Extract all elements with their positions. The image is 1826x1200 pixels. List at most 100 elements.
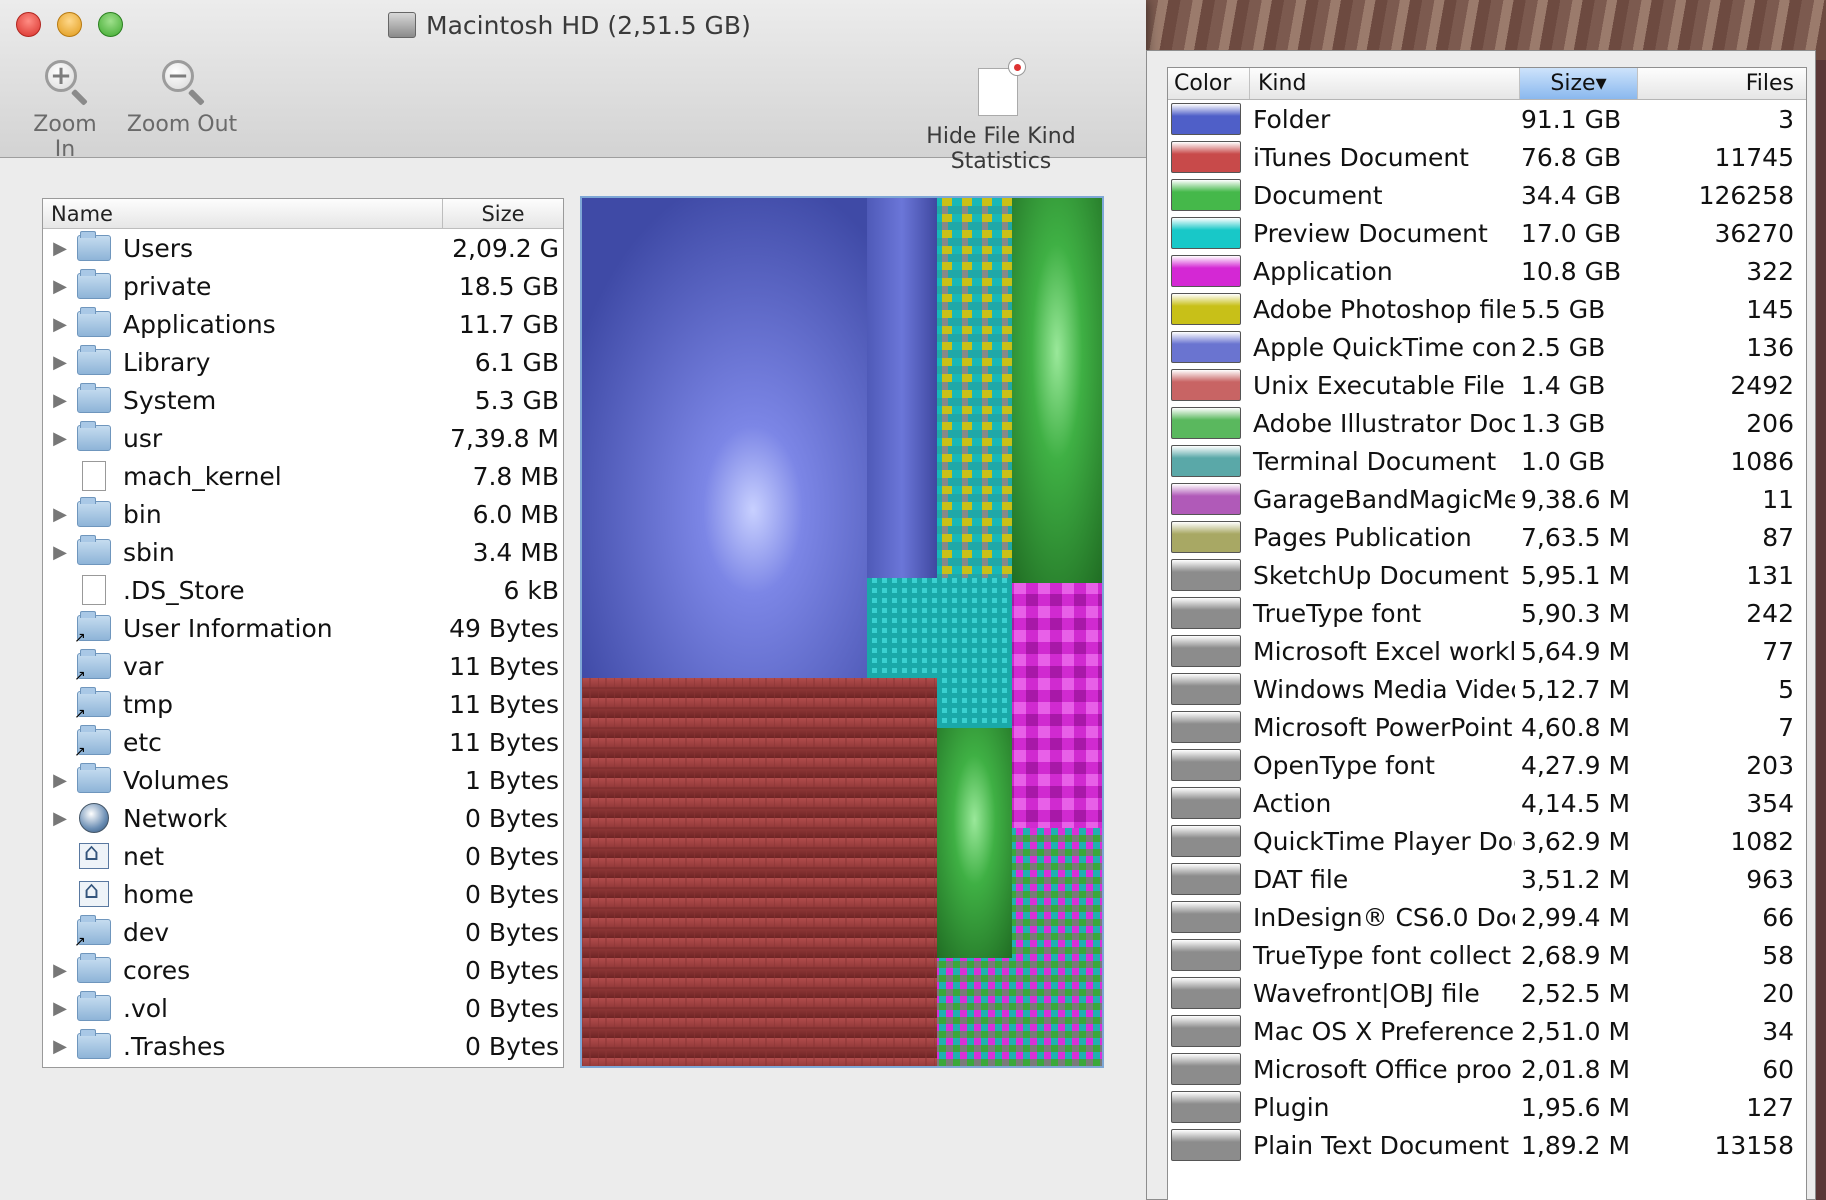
file-tree-row[interactable]: .DS_Store 6 kB bbox=[43, 571, 563, 609]
file-tree-row[interactable]: User Information 49 Bytes bbox=[43, 609, 563, 647]
size-column-header[interactable]: Size bbox=[443, 199, 563, 228]
zoom-in-button[interactable]: + Zoom In bbox=[20, 58, 110, 162]
file-kind-row[interactable]: Unix Executable File 1.4 GB 2492 bbox=[1168, 366, 1806, 404]
file-tree-row[interactable]: etc 11 Bytes bbox=[43, 723, 563, 761]
file-tree-row[interactable]: var 11 Bytes bbox=[43, 647, 563, 685]
file-kind-row[interactable]: QuickTime Player Doc 3,62.9 M 1082 bbox=[1168, 822, 1806, 860]
file-kind-row[interactable]: Microsoft Excel workl 5,64.9 M 77 bbox=[1168, 632, 1806, 670]
file-kind-row[interactable]: Folder 91.1 GB 3 bbox=[1168, 100, 1806, 138]
treemap-document-block-2[interactable] bbox=[937, 728, 1012, 958]
close-window-button[interactable] bbox=[16, 12, 41, 37]
size-column-header-sorted[interactable]: Size▾ bbox=[1520, 68, 1638, 99]
treemap-misc-block[interactable] bbox=[1012, 828, 1102, 1066]
treemap-view[interactable] bbox=[580, 196, 1104, 1068]
file-tree-row[interactable]: ▶ Network 0 Bytes bbox=[43, 799, 563, 837]
zoom-window-button[interactable] bbox=[98, 12, 123, 37]
treemap-canvas[interactable] bbox=[582, 198, 1102, 1066]
file-tree-row[interactable]: ▶ Users 2,09.2 G bbox=[43, 229, 563, 267]
treemap-document-block[interactable] bbox=[1012, 198, 1102, 583]
file-tree-row[interactable]: mach_kernel 7.8 MB bbox=[43, 457, 563, 495]
kind-column-header[interactable]: Kind bbox=[1250, 68, 1520, 99]
disclosure-triangle-icon[interactable]: ▶ bbox=[43, 314, 77, 335]
kind-name: InDesign® CS6.0 Doc bbox=[1253, 902, 1515, 932]
file-tree-row[interactable]: ▶ .Trashes 0 Bytes bbox=[43, 1027, 563, 1065]
treemap-itunes-block[interactable] bbox=[582, 678, 937, 1066]
treemap-mixed-block[interactable] bbox=[937, 578, 1012, 728]
file-tree-row[interactable]: ▶ bin 6.0 MB bbox=[43, 495, 563, 533]
treemap-photoshop-block[interactable] bbox=[937, 198, 1012, 578]
kind-file-count: 1086 bbox=[1730, 446, 1794, 476]
disclosure-triangle-icon[interactable]: ▶ bbox=[43, 770, 77, 791]
treemap-folder-block-2[interactable] bbox=[867, 198, 937, 578]
disclosure-triangle-icon[interactable]: ▶ bbox=[43, 808, 77, 829]
zoom-out-button[interactable]: − Zoom Out bbox=[126, 58, 238, 137]
disclosure-triangle-icon[interactable]: ▶ bbox=[43, 504, 77, 525]
file-tree-row[interactable]: ▶ private 18.5 GB bbox=[43, 267, 563, 305]
file-kind-row[interactable]: Wavefront|OBJ file 2,52.5 M 20 bbox=[1168, 974, 1806, 1012]
file-tree-row[interactable]: ▶ Library 6.1 GB bbox=[43, 343, 563, 381]
file-name: cores bbox=[123, 955, 191, 985]
file-kind-row[interactable]: Adobe Photoshop file 5.5 GB 145 bbox=[1168, 290, 1806, 328]
file-kind-row[interactable]: Pages Publication 7,63.5 M 87 bbox=[1168, 518, 1806, 556]
file-kind-row[interactable]: Adobe Illustrator Doc 1.3 GB 206 bbox=[1168, 404, 1806, 442]
file-tree-row[interactable]: net 0 Bytes bbox=[43, 837, 563, 875]
disclosure-triangle-icon[interactable]: ▶ bbox=[43, 390, 77, 411]
disclosure-triangle-icon[interactable]: ▶ bbox=[43, 352, 77, 373]
file-kind-row[interactable]: Document 34.4 GB 126258 bbox=[1168, 176, 1806, 214]
disclosure-triangle-icon[interactable]: ▶ bbox=[43, 428, 77, 449]
file-kind-row[interactable]: Windows Media Videc 5,12.7 M 5 bbox=[1168, 670, 1806, 708]
file-size: 49 Bytes bbox=[449, 613, 559, 643]
disclosure-triangle-icon[interactable]: ▶ bbox=[43, 1036, 77, 1057]
treemap-application-block[interactable] bbox=[1012, 583, 1102, 828]
disclosure-triangle-icon[interactable]: ▶ bbox=[43, 998, 77, 1019]
file-tree-row[interactable]: ▶ System 5.3 GB bbox=[43, 381, 563, 419]
file-tree-row[interactable]: home 0 Bytes bbox=[43, 875, 563, 913]
treemap-folder-block[interactable] bbox=[582, 198, 867, 678]
file-kind-row[interactable]: Plain Text Document 1,89.2 M 13158 bbox=[1168, 1126, 1806, 1164]
file-kind-row[interactable]: TrueType font collect 2,68.9 M 58 bbox=[1168, 936, 1806, 974]
file-kind-row[interactable]: Preview Document 17.0 GB 36270 bbox=[1168, 214, 1806, 252]
file-tree-row[interactable]: ▶ cores 0 Bytes bbox=[43, 951, 563, 989]
file-kind-row[interactable]: iTunes Document 76.8 GB 11745 bbox=[1168, 138, 1806, 176]
file-kind-row[interactable]: Action 4,14.5 M 354 bbox=[1168, 784, 1806, 822]
file-kind-row[interactable]: InDesign® CS6.0 Doc 2,99.4 M 66 bbox=[1168, 898, 1806, 936]
kind-name: Microsoft Office proo bbox=[1253, 1054, 1512, 1084]
kind-name: Preview Document bbox=[1253, 218, 1488, 248]
file-kind-statistics-table[interactable]: Color Kind Size▾ Files Folder 91.1 GB 3 iTu… bbox=[1167, 67, 1807, 1200]
file-name: dev bbox=[123, 917, 170, 947]
file-tree-row[interactable]: ▶ Volumes 1 Bytes bbox=[43, 761, 563, 799]
files-column-header[interactable]: Files bbox=[1638, 68, 1806, 99]
file-kind-row[interactable]: Microsoft Office proo 2,01.8 M 60 bbox=[1168, 1050, 1806, 1088]
file-kind-row[interactable]: SketchUp Document 5,95.1 M 131 bbox=[1168, 556, 1806, 594]
file-kind-row[interactable]: Terminal Document 1.0 GB 1086 bbox=[1168, 442, 1806, 480]
disclosure-triangle-icon[interactable]: ▶ bbox=[43, 960, 77, 981]
disclosure-triangle-icon[interactable]: ▶ bbox=[43, 276, 77, 297]
minimize-window-button[interactable] bbox=[57, 12, 82, 37]
file-tree-row[interactable]: ▶ usr 7,39.8 M bbox=[43, 419, 563, 457]
file-kind-row[interactable]: Apple QuickTime con 2.5 GB 136 bbox=[1168, 328, 1806, 366]
file-kind-row[interactable]: TrueType font 5,90.3 M 242 bbox=[1168, 594, 1806, 632]
file-tree-row[interactable]: ▶ sbin 3.4 MB bbox=[43, 533, 563, 571]
file-tree-row[interactable]: ▶ .vol 0 Bytes bbox=[43, 989, 563, 1027]
file-kind-row[interactable]: Plugin 1,95.6 M 127 bbox=[1168, 1088, 1806, 1126]
file-tree-row[interactable]: tmp 11 Bytes bbox=[43, 685, 563, 723]
file-kind-row[interactable]: Mac OS X Preference 2,51.0 M 34 bbox=[1168, 1012, 1806, 1050]
treemap-misc-block-2[interactable] bbox=[937, 958, 1012, 1066]
file-kind-row[interactable]: OpenType font 4,27.9 M 203 bbox=[1168, 746, 1806, 784]
kind-color-swatch bbox=[1171, 825, 1241, 857]
file-kind-row[interactable]: GarageBandMagicMe 9,38.6 M 11 bbox=[1168, 480, 1806, 518]
color-column-header[interactable]: Color bbox=[1168, 68, 1250, 99]
file-tree-outline[interactable]: Name Size ▶ Users 2,09.2 G ▶ private 18.5 GB ▶… bbox=[42, 198, 564, 1068]
file-size: 11 Bytes bbox=[449, 689, 559, 719]
treemap-preview-block[interactable] bbox=[867, 578, 937, 678]
kind-file-count: 34 bbox=[1762, 1016, 1794, 1046]
hide-file-kind-statistics-button[interactable]: Hide File Kind Statistics bbox=[876, 58, 1126, 174]
file-kind-row[interactable]: DAT file 3,51.2 M 963 bbox=[1168, 860, 1806, 898]
file-tree-row[interactable]: dev 0 Bytes bbox=[43, 913, 563, 951]
file-kind-row[interactable]: Microsoft PowerPoint 4,60.8 M 7 bbox=[1168, 708, 1806, 746]
disclosure-triangle-icon[interactable]: ▶ bbox=[43, 542, 77, 563]
file-tree-row[interactable]: ▶ Applications 11.7 GB bbox=[43, 305, 563, 343]
disclosure-triangle-icon[interactable]: ▶ bbox=[43, 238, 77, 259]
name-column-header[interactable]: Name bbox=[43, 199, 443, 228]
file-kind-row[interactable]: Application 10.8 GB 322 bbox=[1168, 252, 1806, 290]
